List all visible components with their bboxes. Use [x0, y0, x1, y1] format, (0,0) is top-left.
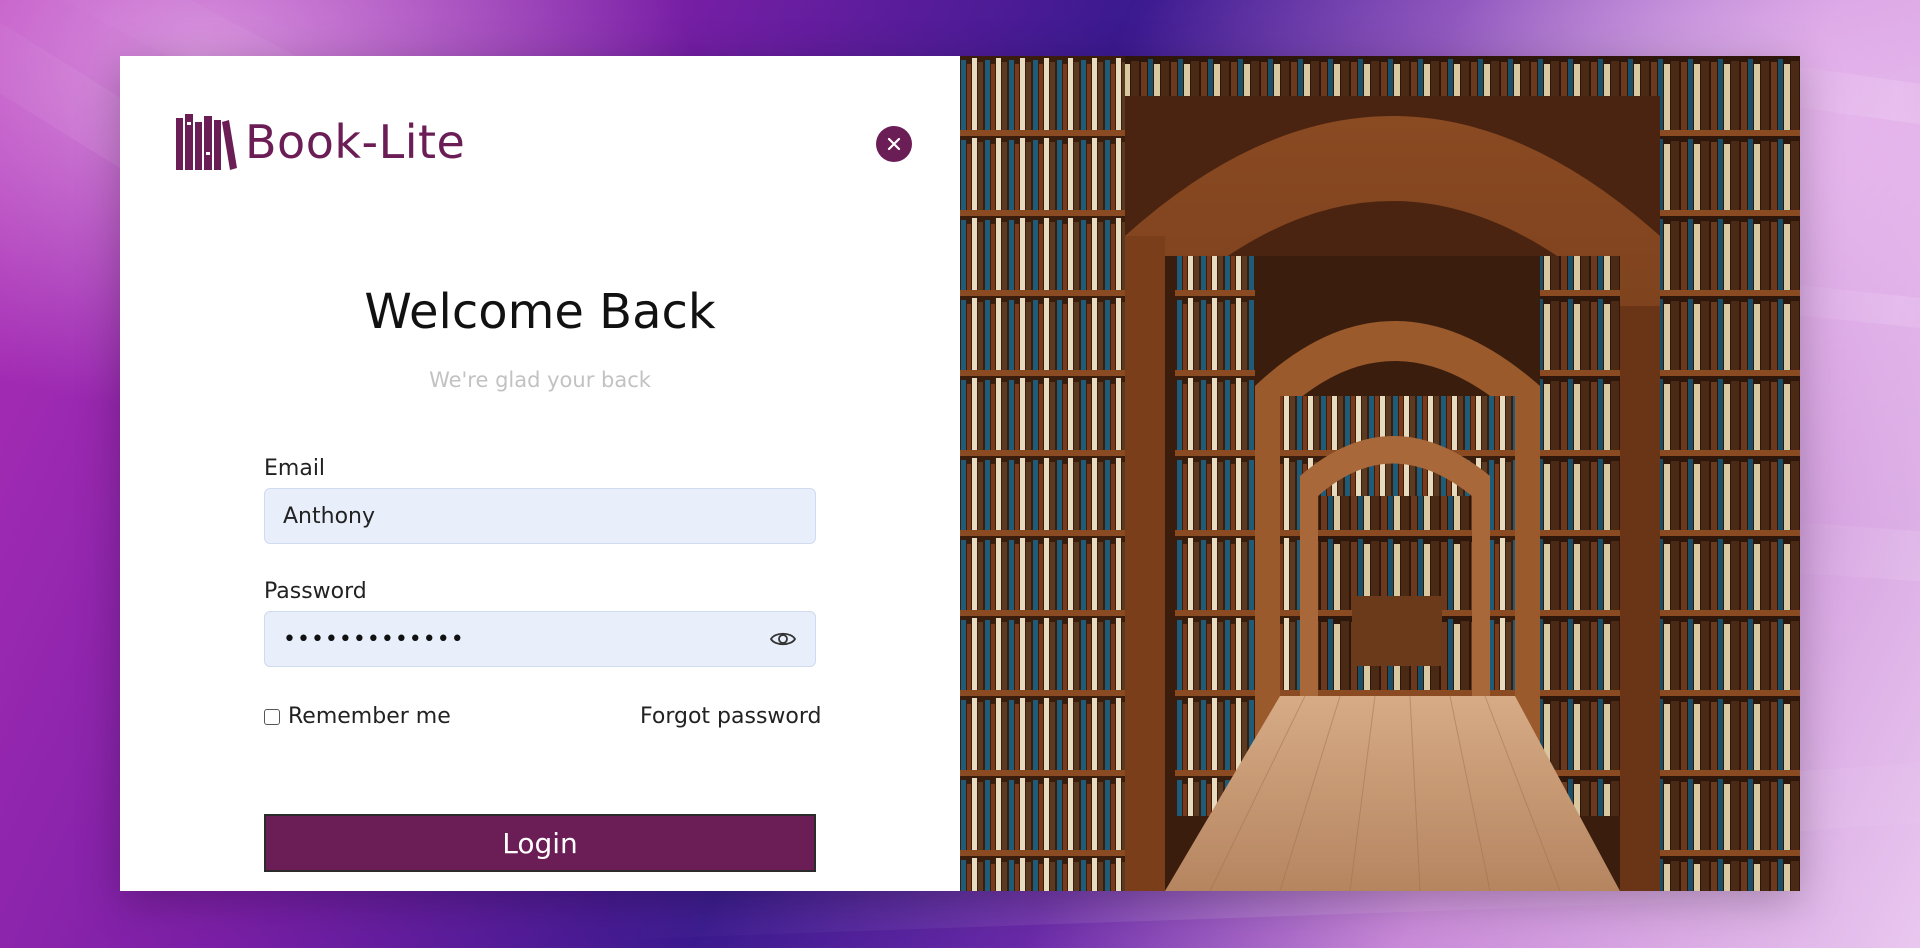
page-title: Welcome Back	[364, 284, 716, 340]
remember-me: Remember me	[264, 704, 451, 729]
forgot-password-link[interactable]: Forgot password	[640, 704, 821, 729]
page-subtitle: We're glad your back	[429, 368, 651, 392]
login-dialog: Book-Lite Welcome Back We're glad your b…	[120, 56, 1800, 891]
close-icon	[887, 137, 901, 151]
brand-logo: Book-Lite	[175, 112, 465, 172]
library-image	[960, 56, 1800, 891]
books-logo-icon	[176, 114, 237, 170]
close-button[interactable]	[876, 126, 912, 162]
email-label: Email	[264, 456, 326, 481]
password-field[interactable]: •••••••••••••	[283, 627, 769, 652]
email-field[interactable]	[283, 503, 797, 529]
password-field-container: •••••••••••••	[264, 611, 816, 667]
login-panel: Book-Lite Welcome Back We're glad your b…	[120, 56, 960, 891]
library-illustration	[960, 56, 1800, 891]
brand-name: Book-Lite	[245, 115, 466, 169]
remember-me-checkbox[interactable]	[264, 708, 280, 725]
eye-icon[interactable]	[769, 629, 797, 649]
email-field-container	[264, 488, 816, 544]
password-label: Password	[264, 579, 367, 604]
remember-me-label: Remember me	[288, 704, 451, 729]
login-button[interactable]: Login	[264, 814, 816, 872]
